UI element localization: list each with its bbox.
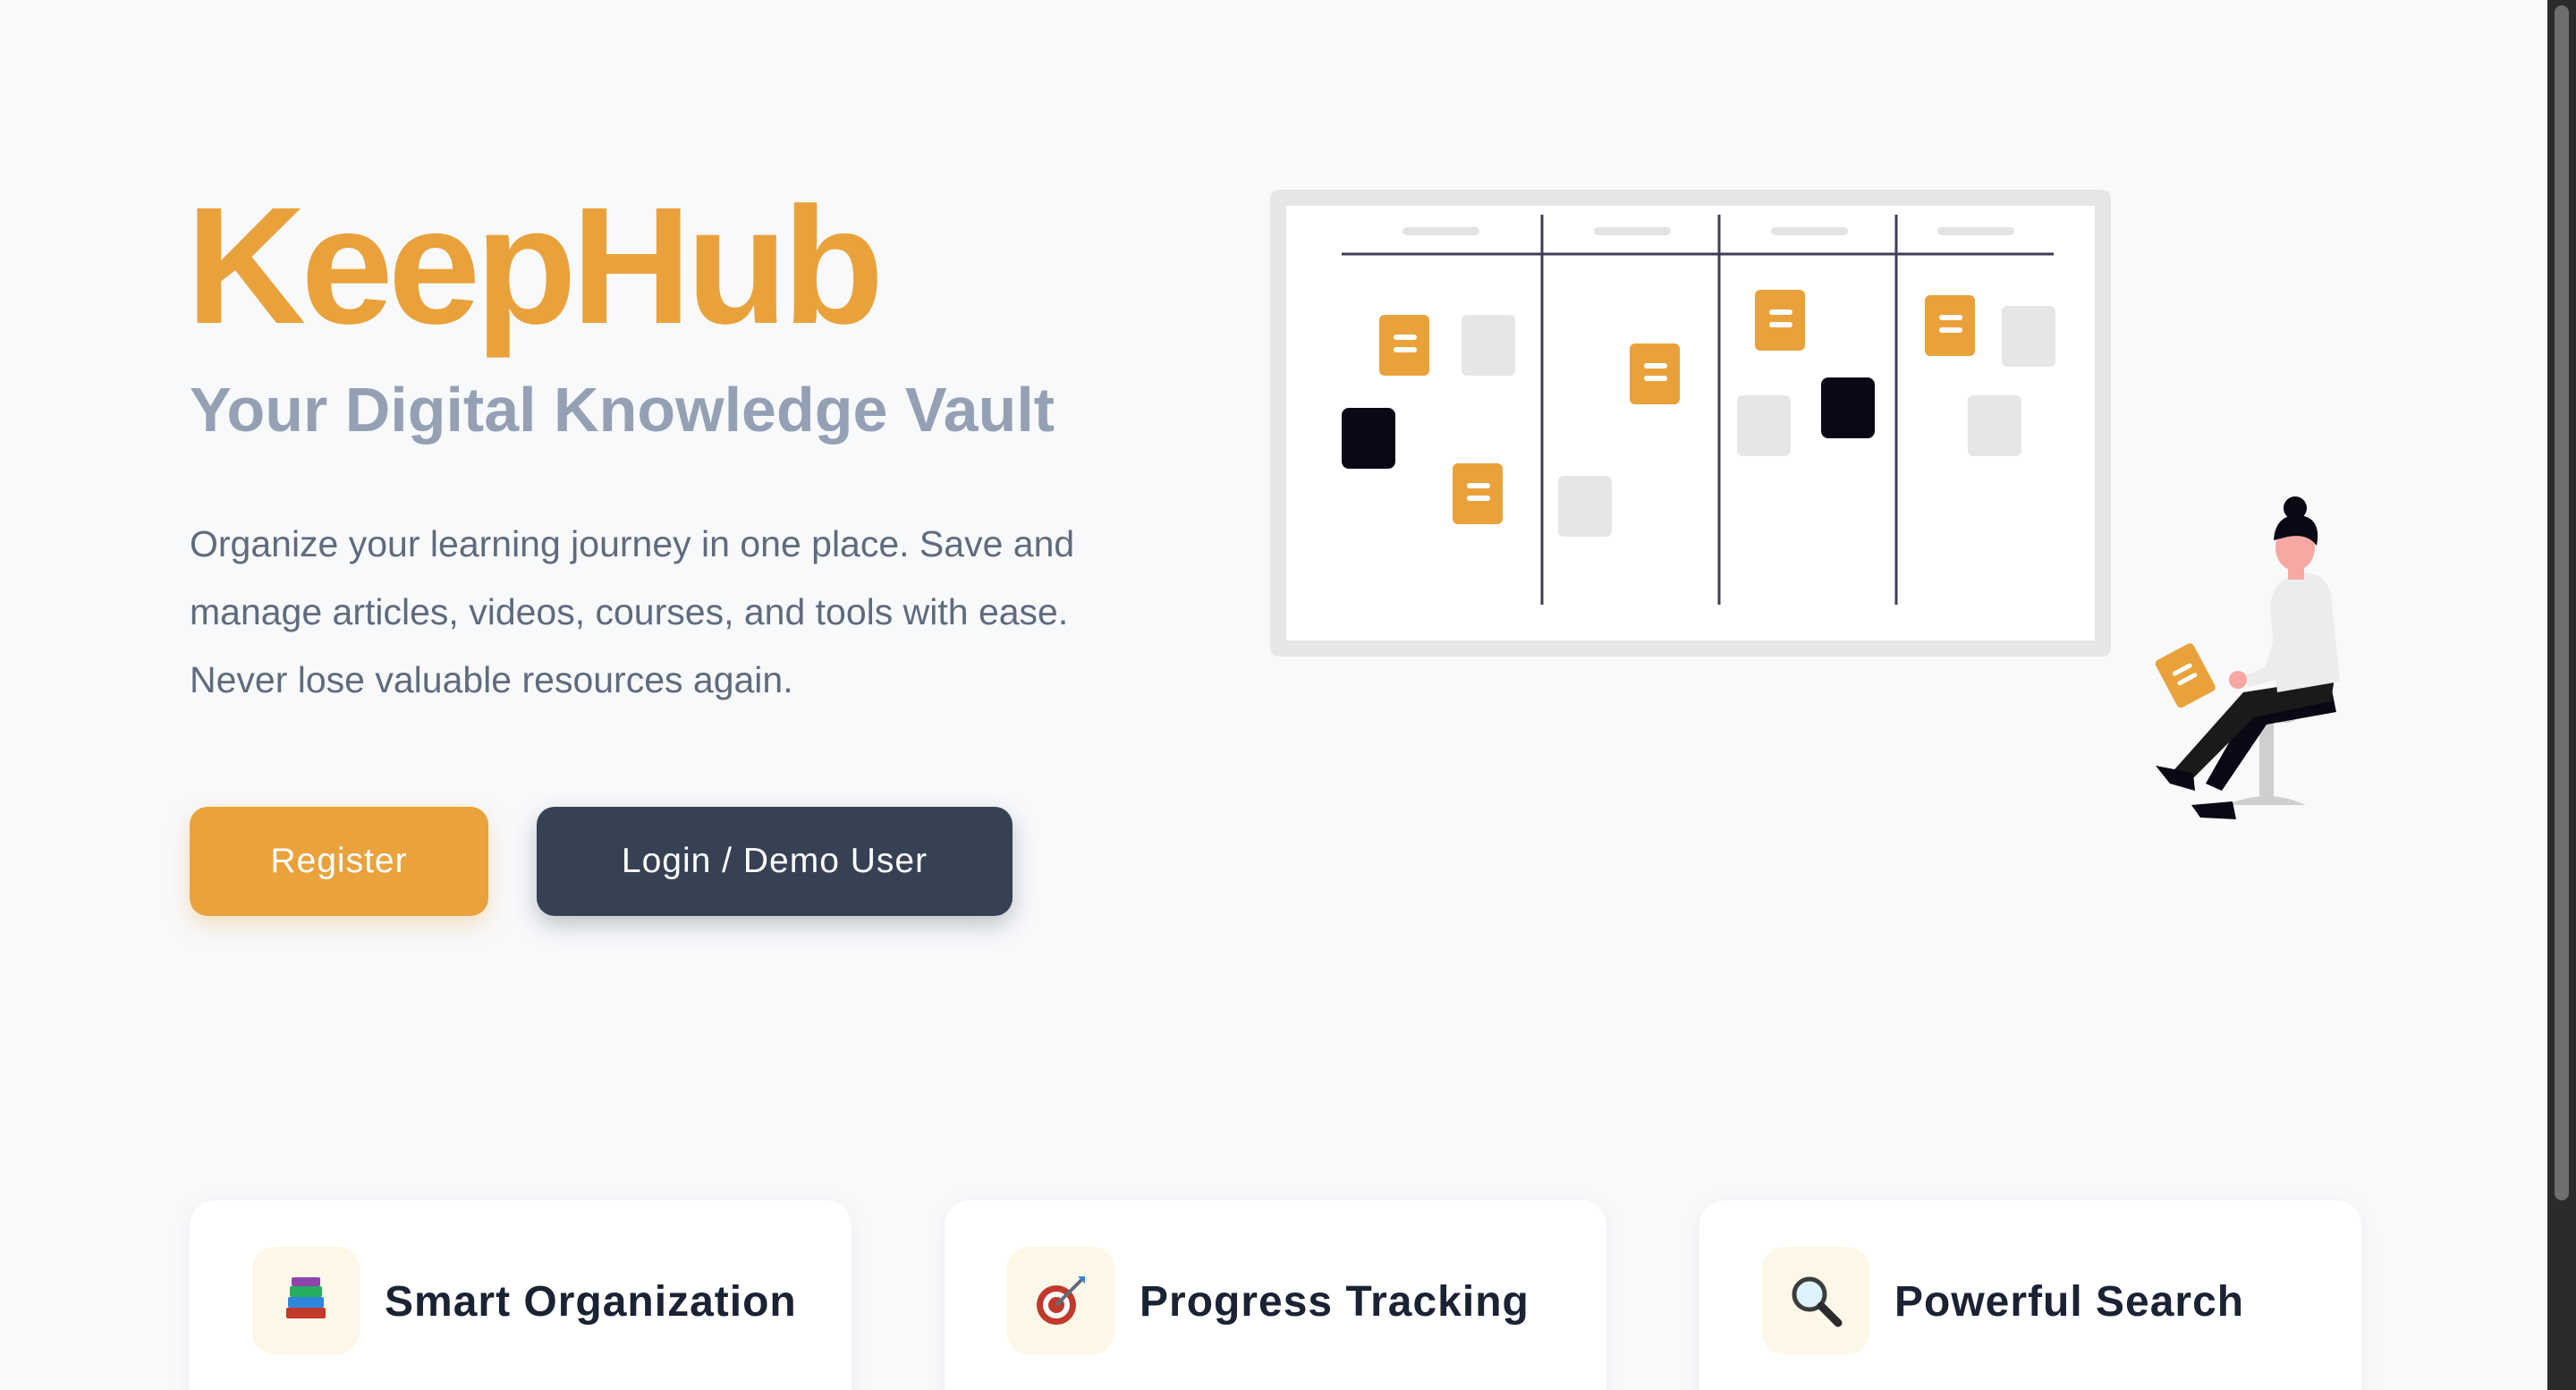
feature-title: Powerful Search (1894, 1278, 2245, 1326)
feature-title: Smart Organization (385, 1278, 797, 1326)
login-demo-button[interactable]: Login / Demo User (537, 807, 1013, 916)
books-icon (252, 1247, 360, 1354)
kanban-illustration (1270, 190, 2340, 819)
feature-title: Progress Tracking (1140, 1278, 1530, 1326)
feature-card-progress-tracking: Progress Tracking (945, 1200, 1606, 1390)
vertical-scrollbar[interactable] (2547, 0, 2576, 1390)
target-icon (1007, 1247, 1114, 1354)
scrollbar-thumb[interactable] (2555, 5, 2569, 1200)
magnifier-icon (1762, 1247, 1869, 1354)
landing-page: KeepHub Your Digital Knowledge Vault Org… (0, 0, 2547, 1390)
feature-card-smart-organization: Smart Organization (190, 1200, 852, 1390)
hero-tagline: Your Digital Knowledge Vault (190, 375, 1055, 445)
brand-title: KeepHub (186, 174, 884, 359)
feature-card-powerful-search: Powerful Search (1699, 1200, 2361, 1390)
hero-description: Organize your learning journey in one pl… (190, 523, 1075, 700)
register-button[interactable]: Register (190, 807, 488, 916)
